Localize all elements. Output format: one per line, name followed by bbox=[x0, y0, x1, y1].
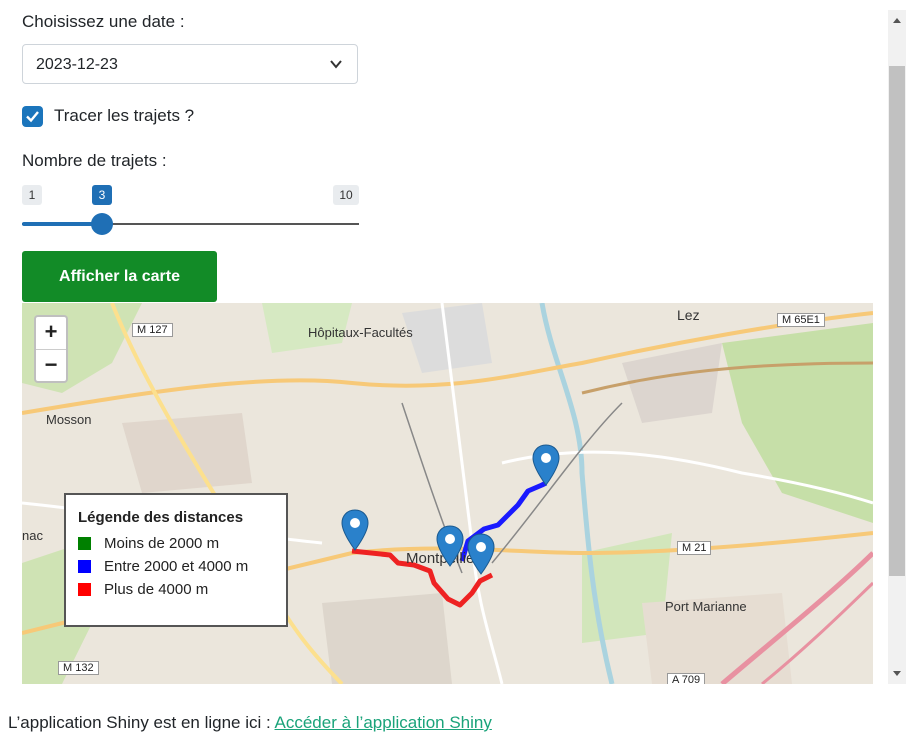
map-marker-icon[interactable] bbox=[532, 444, 560, 486]
legend-item: Plus de 4000 m bbox=[78, 578, 286, 601]
map-marker-icon[interactable] bbox=[341, 509, 369, 551]
legend-item-label: Moins de 2000 m bbox=[104, 535, 220, 552]
slider-value-badge: 3 bbox=[92, 185, 112, 205]
vertical-scrollbar[interactable] bbox=[888, 10, 906, 684]
scrollbar-thumb[interactable] bbox=[889, 66, 905, 576]
slider-max-badge: 10 bbox=[333, 185, 359, 205]
map-view[interactable]: Hôpitaux-Facultés Lez Mosson Montpellier… bbox=[22, 303, 873, 684]
legend-swatch-blue bbox=[78, 560, 91, 573]
map-marker-icon[interactable] bbox=[467, 533, 495, 575]
place-label: Mosson bbox=[46, 412, 92, 427]
road-shield: M 132 bbox=[58, 661, 99, 675]
date-select[interactable]: 2023-12-23 bbox=[22, 44, 358, 84]
zoom-control: + − bbox=[34, 315, 68, 383]
road-shield: M 127 bbox=[132, 323, 173, 337]
show-map-button[interactable]: Afficher la carte bbox=[22, 251, 217, 302]
road-shield: M 21 bbox=[677, 541, 712, 555]
scroll-down-arrow-icon[interactable] bbox=[893, 671, 901, 676]
check-icon bbox=[26, 111, 39, 123]
road-shield: A 709 bbox=[667, 673, 706, 684]
shiny-app-link[interactable]: Accéder à l’application Shiny bbox=[275, 713, 492, 732]
zoom-in-button[interactable]: + bbox=[36, 317, 66, 350]
place-label: Port Marianne bbox=[665, 599, 747, 614]
slider-handle[interactable] bbox=[91, 213, 113, 235]
place-label: Lez bbox=[677, 307, 700, 323]
zoom-out-button[interactable]: − bbox=[36, 350, 66, 382]
place-label: nac bbox=[22, 528, 43, 543]
legend-item-label: Plus de 4000 m bbox=[104, 581, 209, 598]
footer-label: L’application Shiny est en ligne ici : bbox=[8, 713, 275, 732]
legend-item-label: Entre 2000 et 4000 m bbox=[104, 558, 249, 575]
app-panel: Choisissez une date : 2023-12-23 Tracer … bbox=[0, 0, 886, 686]
checkbox-label: Tracer les trajets ? bbox=[54, 106, 195, 125]
road-shield: M 65E1 bbox=[777, 313, 825, 327]
scroll-up-arrow-icon[interactable] bbox=[893, 18, 901, 23]
trace-checkbox[interactable] bbox=[22, 106, 43, 127]
slider-min-badge: 1 bbox=[22, 185, 42, 205]
legend-title: Légende des distances bbox=[78, 509, 244, 526]
footer-text: L’application Shiny est en ligne ici : A… bbox=[8, 713, 492, 733]
place-label: Hôpitaux-Facultés bbox=[308, 325, 413, 340]
legend-item: Moins de 2000 m bbox=[78, 532, 286, 555]
date-value: 2023-12-23 bbox=[36, 56, 118, 73]
slider-label: Nombre de trajets : bbox=[22, 151, 167, 170]
legend-swatch-green bbox=[78, 537, 91, 550]
slider-fill bbox=[22, 222, 102, 226]
chevron-down-icon bbox=[330, 60, 342, 69]
map-legend: Légende des distances Moins de 2000 m En… bbox=[64, 493, 288, 627]
legend-swatch-red bbox=[78, 583, 91, 596]
date-label: Choisissez une date : bbox=[22, 12, 185, 31]
map-marker-icon[interactable] bbox=[436, 525, 464, 567]
legend-item: Entre 2000 et 4000 m bbox=[78, 555, 286, 578]
